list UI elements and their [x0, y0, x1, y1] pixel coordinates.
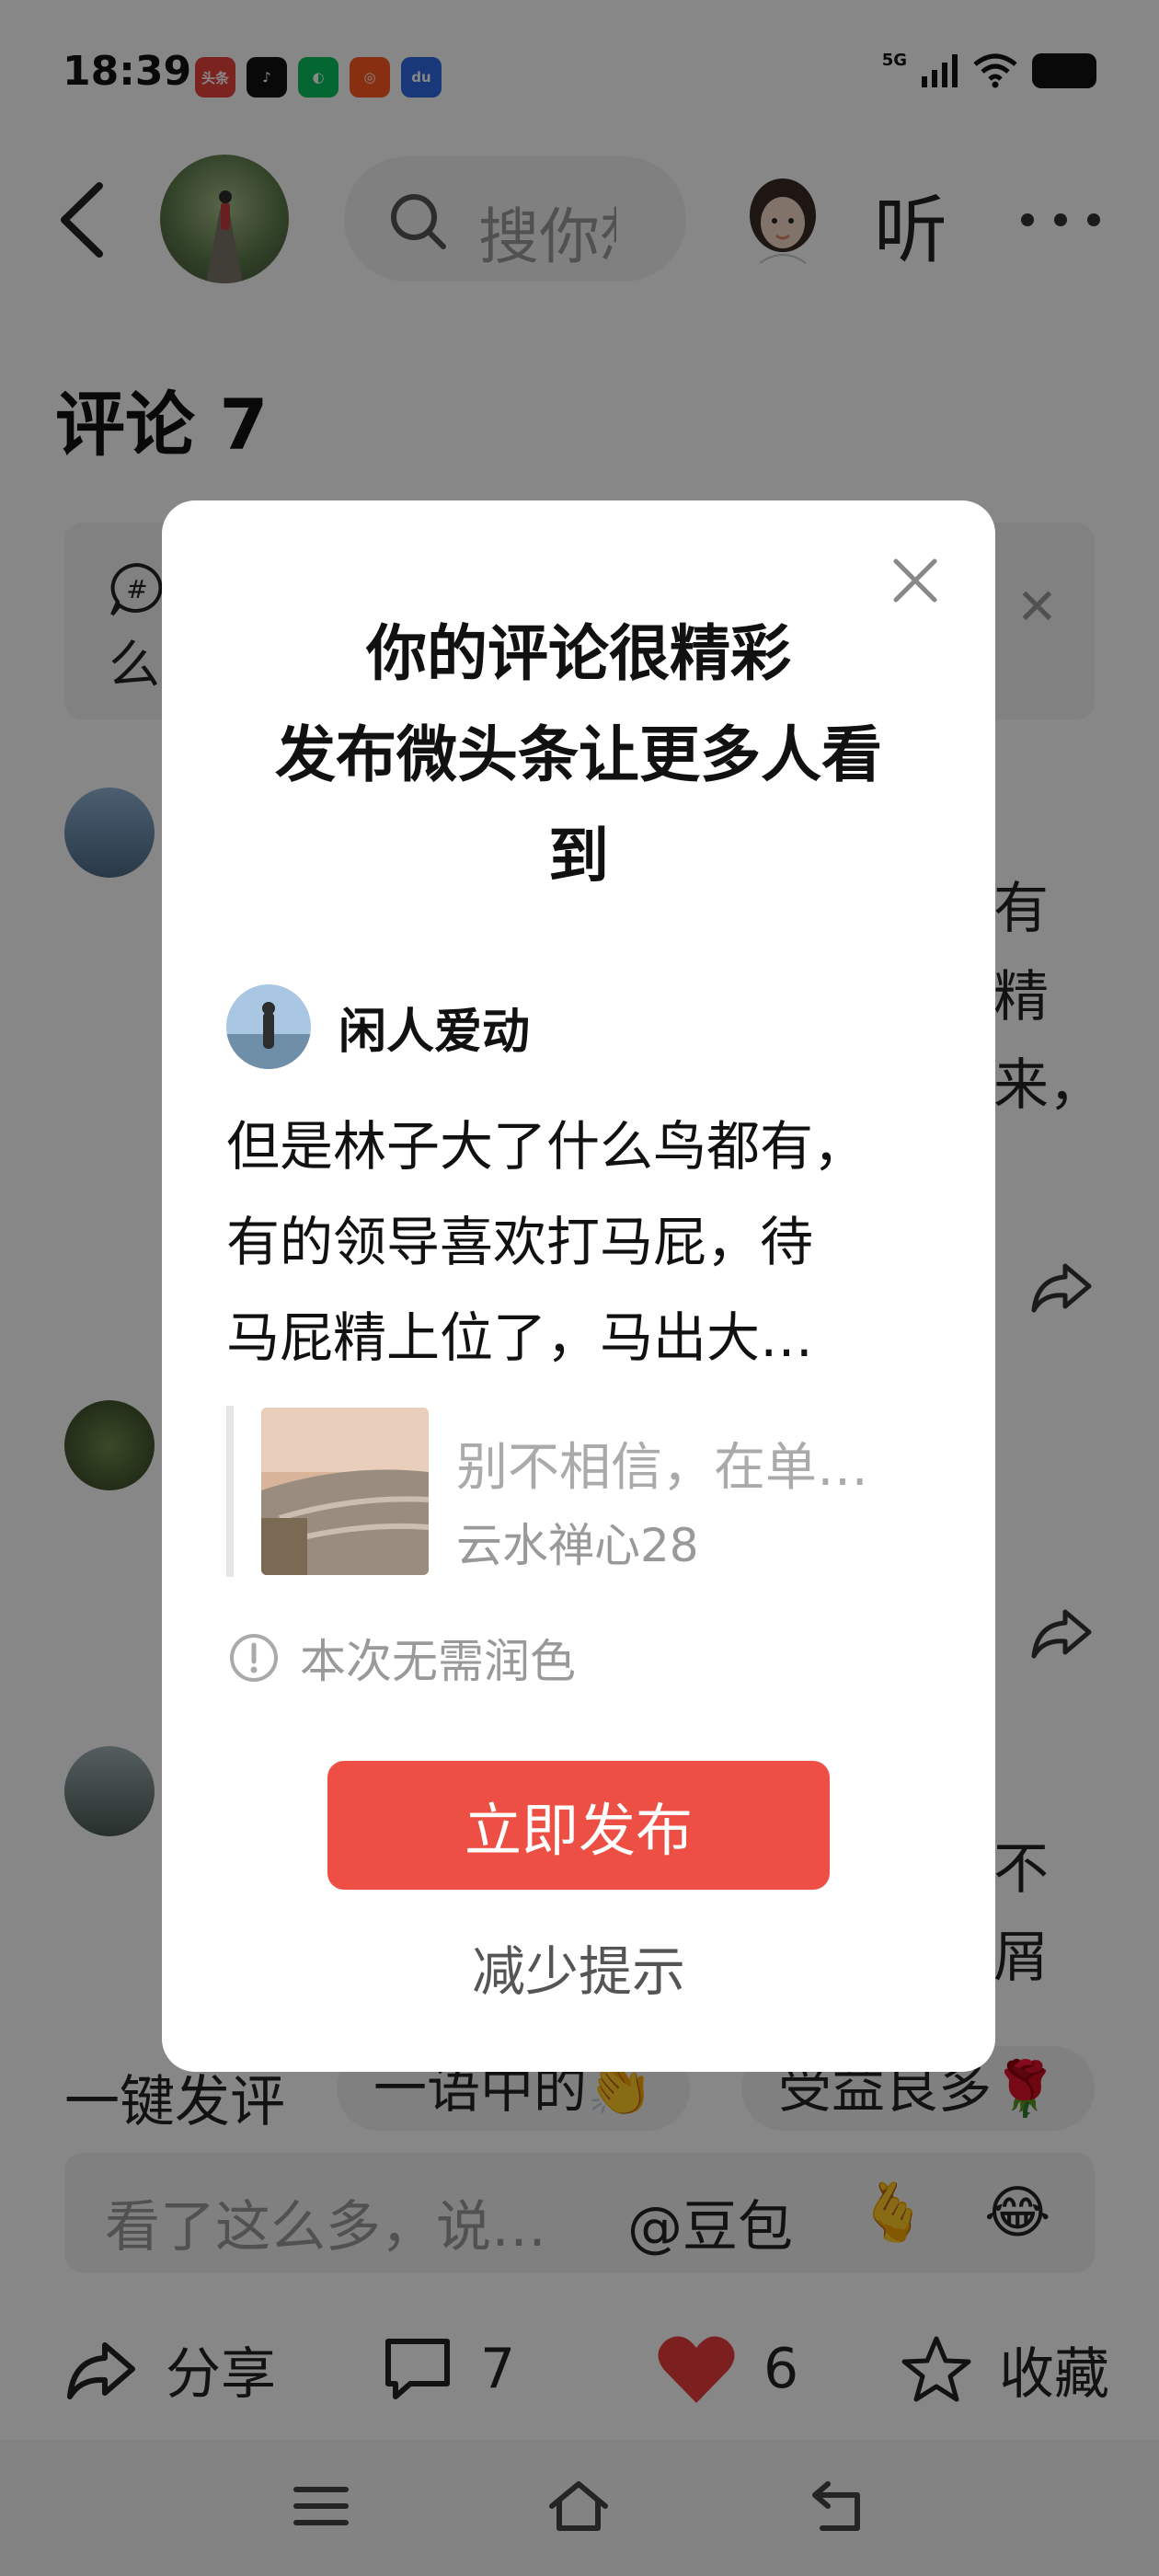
dialog-title-line: 你的评论很精彩	[366, 618, 791, 689]
quoted-article-author: 云水禅心28	[456, 1519, 699, 1572]
comment-preview: 但是林子大了什么鸟都有， 有的领导喜欢打马屁，待 马屁精上位了，马出大…	[226, 1098, 944, 1386]
quoted-article: 别不相信，在单… 云水禅心28	[226, 1406, 944, 1577]
comment-line: 有的领导喜欢打马屁，待	[226, 1211, 814, 1273]
info-icon	[230, 1634, 278, 1682]
dialog-title: 你的评论很精彩 发布微头条让更多人看 到	[217, 604, 940, 907]
reduce-prompts-link[interactable]: 减少提示	[162, 1928, 995, 2006]
author-avatar	[226, 984, 311, 1069]
article-thumbnail	[261, 1408, 429, 1575]
publish-suggestion-dialog: 你的评论很精彩 发布微头条让更多人看 到 闲人爱动 但是林子大了什么鸟都有， 有…	[162, 500, 995, 2072]
dialog-title-line: 到	[548, 821, 609, 891]
comment-author-row: 闲人爱动	[226, 984, 530, 1069]
dialog-title-line: 发布微头条让更多人看	[275, 719, 882, 790]
polish-notice-text: 本次无需润色	[300, 1635, 576, 1688]
close-icon[interactable]	[890, 556, 940, 605]
quote-divider	[226, 1406, 234, 1577]
author-name: 闲人爱动	[339, 1004, 531, 1060]
thumbnail-image	[261, 1408, 429, 1575]
author-avatar-photo	[226, 984, 311, 1069]
publish-now-button[interactable]: 立即发布	[327, 1761, 830, 1890]
quoted-article-title: 别不相信，在单…	[456, 1438, 868, 1498]
comment-line: 但是林子大了什么鸟都有，	[226, 1115, 867, 1178]
polish-notice: 本次无需润色	[228, 1625, 576, 1691]
comment-line: 马屁精上位了，马出大…	[226, 1306, 814, 1369]
